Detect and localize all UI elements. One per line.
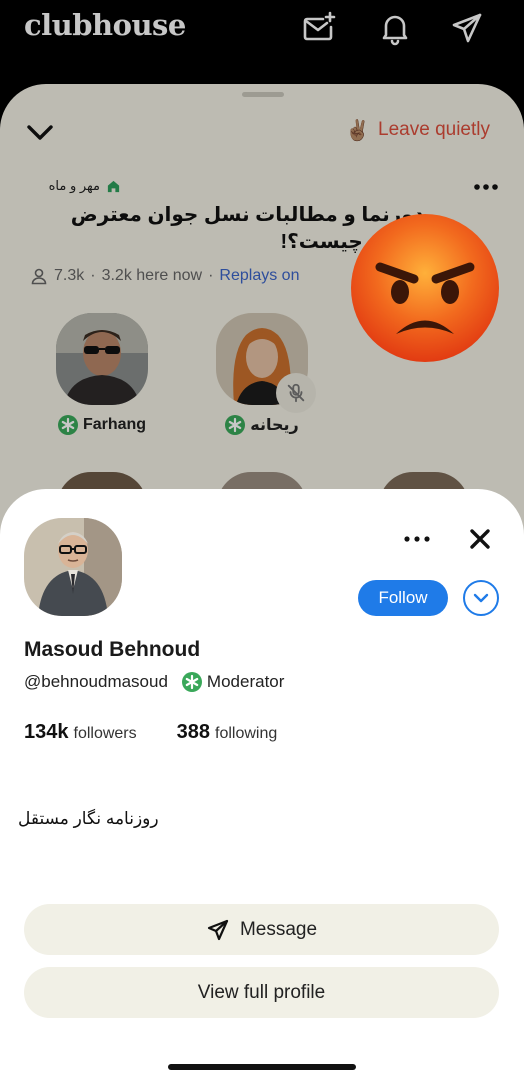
followers-label: followers xyxy=(73,725,137,742)
listener-count: 7.3k xyxy=(54,267,85,284)
house-icon xyxy=(107,180,120,192)
speaker-name: ریحانه xyxy=(210,415,314,435)
chevron-down-icon[interactable] xyxy=(24,116,56,148)
profile-bio: روزنامه نگار مستقل xyxy=(18,809,159,828)
room-grabber-handle[interactable] xyxy=(242,92,284,97)
moderator-badge-icon xyxy=(181,672,202,692)
separator-dot: · xyxy=(90,267,96,284)
more-options-icon[interactable] xyxy=(474,180,498,194)
follow-button[interactable]: Follow xyxy=(358,580,448,616)
leave-quietly-label: Leave quietly xyxy=(378,119,490,140)
speaker-name-label: Farhang xyxy=(82,416,147,433)
club-name-label: مهر و ماه xyxy=(48,178,100,193)
view-full-profile-label: View full profile xyxy=(197,981,326,1003)
following-label: following xyxy=(215,725,278,742)
followers-link[interactable]: 134k followers xyxy=(24,721,137,744)
following-count: 388 xyxy=(176,721,211,743)
close-icon[interactable] xyxy=(468,527,492,551)
club-name[interactable]: مهر و ماه xyxy=(49,176,121,196)
message-label: Message xyxy=(239,918,318,940)
moderator-role: Moderator xyxy=(181,672,285,692)
paper-plane-icon xyxy=(207,919,229,940)
room-stats: 7.3k · 3.2k here now · Replays on xyxy=(30,265,299,287)
top-app-bar: clubhouse xyxy=(0,0,524,84)
following-link[interactable]: 388 following xyxy=(177,721,278,744)
clubhouse-logo[interactable]: clubhouse xyxy=(24,8,186,42)
speaker-name: Farhang xyxy=(50,415,154,435)
profile-avatar[interactable] xyxy=(24,518,122,616)
profile-sheet: Follow Masoud Behnoud @behnoudmasoud Mod… xyxy=(0,489,524,1080)
leave-quietly-button[interactable]: ✌🏽 Leave quietly xyxy=(345,117,490,143)
profile-handle: @behnoudmasoud xyxy=(24,672,168,691)
separator-dot: · xyxy=(208,267,214,284)
moderator-label: Moderator xyxy=(206,672,285,691)
view-full-profile-button[interactable]: View full profile xyxy=(24,967,499,1018)
followers-count: 134k xyxy=(24,721,69,743)
follow-options-button[interactable] xyxy=(463,580,499,616)
profile-name: Masoud Behnoud xyxy=(24,638,201,661)
speaker-tile[interactable]: Farhang xyxy=(50,313,154,435)
moderator-badge-icon xyxy=(225,415,246,435)
more-options-icon[interactable] xyxy=(404,532,430,546)
speaker-name-label: ریحانه xyxy=(250,417,299,434)
chevron-down-icon xyxy=(473,593,489,603)
bell-icon[interactable] xyxy=(377,10,413,46)
victory-hand-icon: ✌🏽 xyxy=(345,119,371,142)
speaker-tile[interactable]: ریحانه xyxy=(210,313,316,435)
message-button[interactable]: Message xyxy=(24,904,499,955)
here-now-count: 3.2k here now xyxy=(101,267,203,284)
person-icon xyxy=(31,268,47,285)
profile-handle-row: @behnoudmasoud Moderator xyxy=(24,672,284,692)
send-paper-plane-icon[interactable] xyxy=(449,10,485,46)
muted-mic-icon xyxy=(276,373,316,413)
invite-envelope-icon[interactable] xyxy=(301,10,337,46)
moderator-badge-icon xyxy=(57,415,78,435)
speaker-avatar[interactable] xyxy=(56,313,148,405)
follow-counts: 134k followers 388 following xyxy=(24,721,277,744)
home-indicator[interactable] xyxy=(168,1064,356,1070)
replays-on-link[interactable]: Replays on xyxy=(219,267,299,285)
angry-face-icon xyxy=(350,213,500,363)
